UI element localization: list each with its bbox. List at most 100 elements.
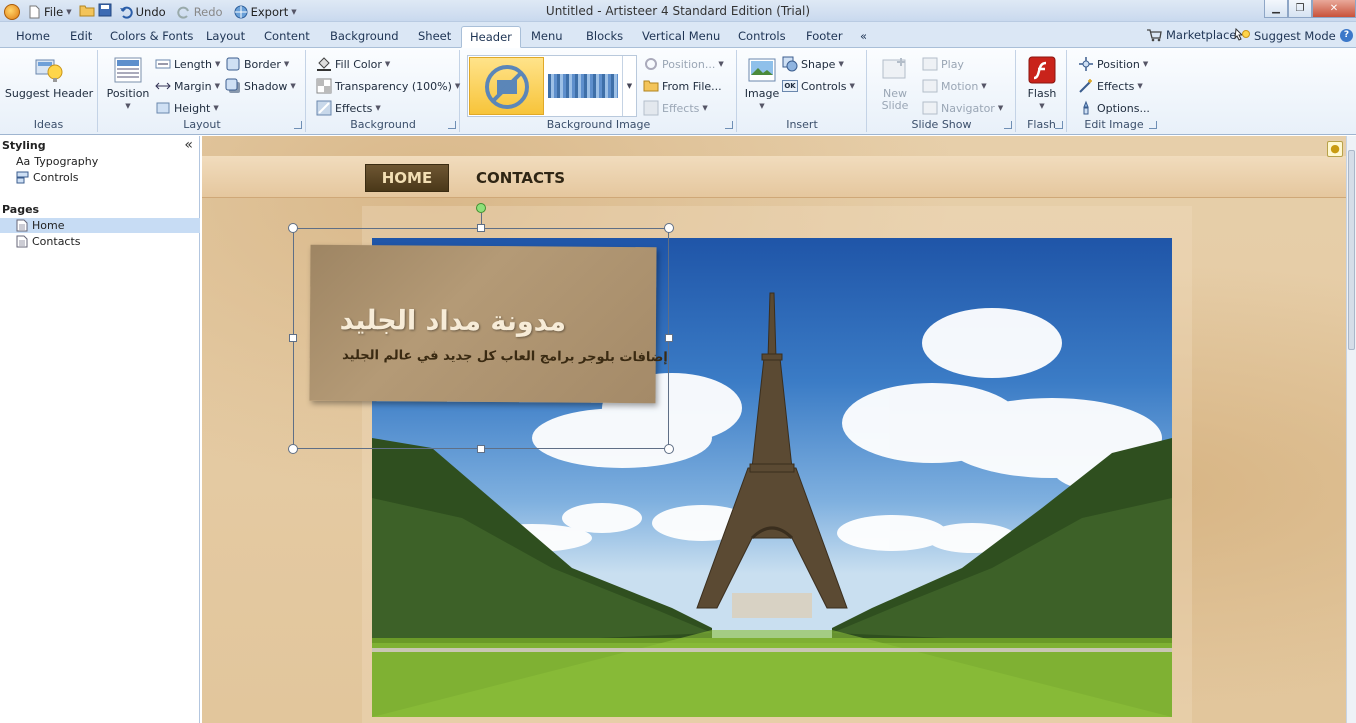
height-icon [156,102,170,114]
gallery-item-no-image[interactable] [469,57,544,115]
collapse-panel-icon[interactable]: « [184,137,193,153]
motion-button[interactable]: Motion ▼ [922,77,987,95]
new-slide-button[interactable]: New Slide [874,54,916,112]
group-slide-show: New Slide Play Motion ▼ Navigator ▼ Slide … [868,50,1016,132]
tab-controls[interactable]: Controls [730,26,794,48]
restore-button[interactable]: ❐ [1288,0,1312,18]
move-icon [1079,57,1093,71]
bg-image-position-button[interactable]: Position... ▼ [643,55,724,73]
insert-image-button[interactable]: Image ▼ [742,54,782,112]
play-button[interactable]: Play [922,55,964,73]
tab-background[interactable]: Background [322,26,407,48]
length-button[interactable]: Length ▼ [155,55,220,73]
styling-header: Styling [2,139,46,152]
suggest-header-button[interactable]: Suggest Header [4,54,94,100]
flash-dialog-launcher[interactable] [1055,121,1063,129]
effects-icon [316,100,332,116]
tip-lightbulb-icon[interactable]: ● [1327,141,1343,157]
background-image-dialog-launcher[interactable] [725,121,733,129]
page-contacts-label: Contacts [32,235,81,248]
tab-vertical-menu[interactable]: Vertical Menu [634,26,728,48]
group-flash: Flash ▼ Flash [1017,50,1067,132]
styling-item-typography[interactable]: Aa Typography [16,154,98,169]
tab-menu[interactable]: Menu [523,26,571,48]
styling-item-controls[interactable]: Controls [16,170,79,185]
resize-handle-e[interactable] [665,334,673,342]
position-button[interactable]: Position ▼ [103,54,153,112]
edit-image-effects-label: Effects [1097,79,1135,93]
motion-icon [922,79,938,93]
border-label: Border [244,57,281,71]
marketplace-button[interactable]: Marketplace [1146,28,1236,42]
gallery-scroll-down[interactable]: ▼ [622,56,636,116]
suggest-header-label: Suggest Header [4,87,94,100]
bg-effects-button[interactable]: Effects ▼ [316,99,381,117]
play-icon [922,57,938,71]
tab-header[interactable]: Header [461,26,521,48]
border-button[interactable]: Border ▼ [225,55,289,73]
flash-button[interactable]: Flash ▼ [1022,54,1062,112]
menu-item-home[interactable]: HOME [365,164,449,192]
from-file-button[interactable]: From File... [643,77,722,95]
tab-home[interactable]: Home [8,26,58,48]
collapse-ribbon-icon[interactable]: « [852,26,875,48]
page-home-label: Home [32,219,65,232]
page-item-contacts[interactable]: Contacts [16,234,81,249]
shadow-button[interactable]: Shadow ▼ [225,77,296,95]
tab-sheet[interactable]: Sheet [410,26,459,48]
resize-handle-se[interactable] [664,444,674,454]
bg-image-gallery: ▼ [467,55,637,117]
resize-handle-s[interactable] [477,445,485,453]
resize-handle-w[interactable] [289,334,297,342]
group-label-slide-show: Slide Show [911,118,972,131]
navigator-label: Navigator [941,101,995,115]
lightbulb-cursor-icon [1234,28,1250,41]
group-label-background-image: Background Image [546,118,651,131]
height-button[interactable]: Height ▼ [155,99,219,117]
tab-footer[interactable]: Footer [798,26,851,48]
resize-handle-n[interactable] [477,224,485,232]
edit-image-effects-button[interactable]: Effects ▼ [1078,77,1143,95]
menu-item-contacts[interactable]: CONTACTS [476,164,565,192]
transparency-button[interactable]: Transparency (100%) ▼ [316,77,460,95]
design-canvas[interactable]: HOME CONTACTS مدونة مداد الجليد إضافات ب… [202,136,1356,723]
edit-image-dialog-launcher[interactable] [1149,121,1157,129]
controls-button[interactable]: OK Controls ▼ [782,77,855,95]
shape-button[interactable]: Shape ▼ [782,55,844,73]
fill-color-button[interactable]: Fill Color ▼ [316,55,390,73]
background-dialog-launcher[interactable] [448,121,456,129]
resize-handle-sw[interactable] [288,444,298,454]
slideshow-dialog-launcher[interactable] [1004,121,1012,129]
group-label-ideas: Ideas [33,118,64,131]
resize-handle-nw[interactable] [288,223,298,233]
folder-icon [643,80,659,92]
help-icon[interactable]: ? [1340,29,1353,42]
close-button[interactable]: ✕ [1312,0,1356,18]
scrollbar-thumb[interactable] [1348,150,1355,350]
minimize-button[interactable]: ▁ [1264,0,1288,18]
layout-dialog-launcher[interactable] [294,121,302,129]
edit-image-position-button[interactable]: Position ▼ [1078,55,1148,73]
gallery-item-blue-stripes[interactable] [548,74,618,98]
tab-content[interactable]: Content [256,26,318,48]
rotate-handle[interactable] [476,203,486,213]
group-label-edit-image: Edit Image [1084,118,1144,131]
resize-handle-ne[interactable] [664,223,674,233]
suggest-mode-button[interactable]: Suggest Mode [1234,28,1336,44]
edit-image-options-button[interactable]: Options... [1078,99,1150,117]
flash-icon [1028,56,1056,84]
ribbon: Suggest Header Ideas Position ▼ Length ▼ M… [0,48,1356,135]
canvas-vertical-scrollbar[interactable] [1346,136,1356,723]
bg-image-effects-button[interactable]: Effects ▼ [643,99,708,117]
page-item-home[interactable]: Home [0,218,200,233]
navigator-button[interactable]: Navigator ▼ [922,99,1003,117]
tab-blocks[interactable]: Blocks [578,26,631,48]
ribbon-tab-bar: Home Edit Colors & Fonts Layout Content … [0,22,1356,48]
tab-edit[interactable]: Edit [62,26,100,48]
tab-layout[interactable]: Layout [198,26,253,48]
position-icon [114,57,142,83]
suggest-header-icon [35,59,63,82]
tab-colors-fonts[interactable]: Colors & Fonts [102,26,201,48]
group-label-insert: Insert [786,118,818,131]
margin-button[interactable]: Margin ▼ [155,77,220,95]
